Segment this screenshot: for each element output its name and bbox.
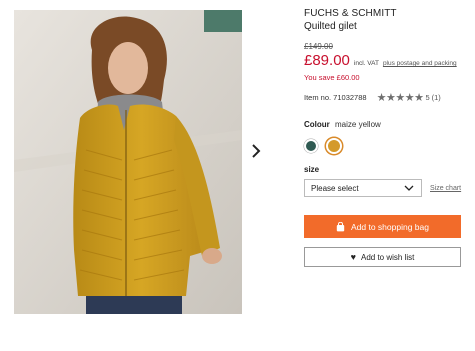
star-icon: ★ [414, 91, 424, 104]
vat-note: incl. VAT [353, 60, 379, 67]
star-icon: ★ [376, 91, 387, 104]
star-icon: ★ [385, 91, 396, 104]
colour-row: Colour maize yellow [304, 120, 475, 130]
product-photo-illustration [14, 10, 242, 314]
saving-text: You save £60.00 [304, 73, 360, 82]
gallery-next-button[interactable] [248, 142, 264, 160]
swatch-dark-green[interactable] [304, 139, 318, 153]
colour-swatches [304, 138, 475, 154]
shopping-bag-icon [336, 221, 345, 231]
size-label: size [304, 165, 320, 174]
brand-name[interactable]: FUCHS & SCHMITT [304, 8, 475, 20]
add-to-wishlist-button[interactable]: ♥ Add to wish list [304, 247, 461, 267]
swatch-maize-yellow[interactable] [326, 138, 342, 154]
chevron-down-icon [404, 185, 414, 191]
heart-icon: ♥ [350, 251, 356, 262]
product-image[interactable] [14, 10, 242, 314]
item-rating-row: Item no. 71032788 ★ ★ ★ ★ ★ 5 (1) [304, 92, 475, 104]
size-select[interactable]: Please select [304, 179, 422, 197]
shipping-link[interactable]: plus postage and packing [383, 55, 457, 73]
product-title: Quilted gilet [304, 21, 357, 32]
colour-selected: maize yellow [335, 120, 381, 129]
add-to-bag-button[interactable]: Add to shopping bag [304, 215, 461, 238]
old-price: £149.00 [304, 42, 333, 51]
star-icon: ★ [404, 91, 415, 104]
price-row: £89.00 incl. VAT plus postage and packin… [304, 52, 475, 73]
colour-label: Colour [304, 120, 330, 129]
item-number: Item no. 71032788 [304, 93, 367, 102]
chevron-right-icon [252, 144, 261, 158]
rating-stars[interactable]: ★ ★ ★ ★ ★ [376, 91, 424, 104]
rating-value: 5 [425, 93, 430, 102]
add-to-wishlist-label: Add to wish list [360, 252, 415, 262]
star-icon: ★ [395, 91, 405, 104]
review-count[interactable]: (1) [432, 92, 441, 104]
current-price: £89.00 [304, 52, 350, 69]
size-chart-link[interactable]: Size chart [430, 185, 461, 192]
size-select-value: Please select [311, 183, 359, 193]
product-info: FUCHS & SCHMITT Quilted gilet £149.00 £8… [304, 8, 475, 267]
add-to-bag-label: Add to shopping bag [351, 221, 429, 232]
size-row: Please select Size chart [304, 179, 475, 197]
